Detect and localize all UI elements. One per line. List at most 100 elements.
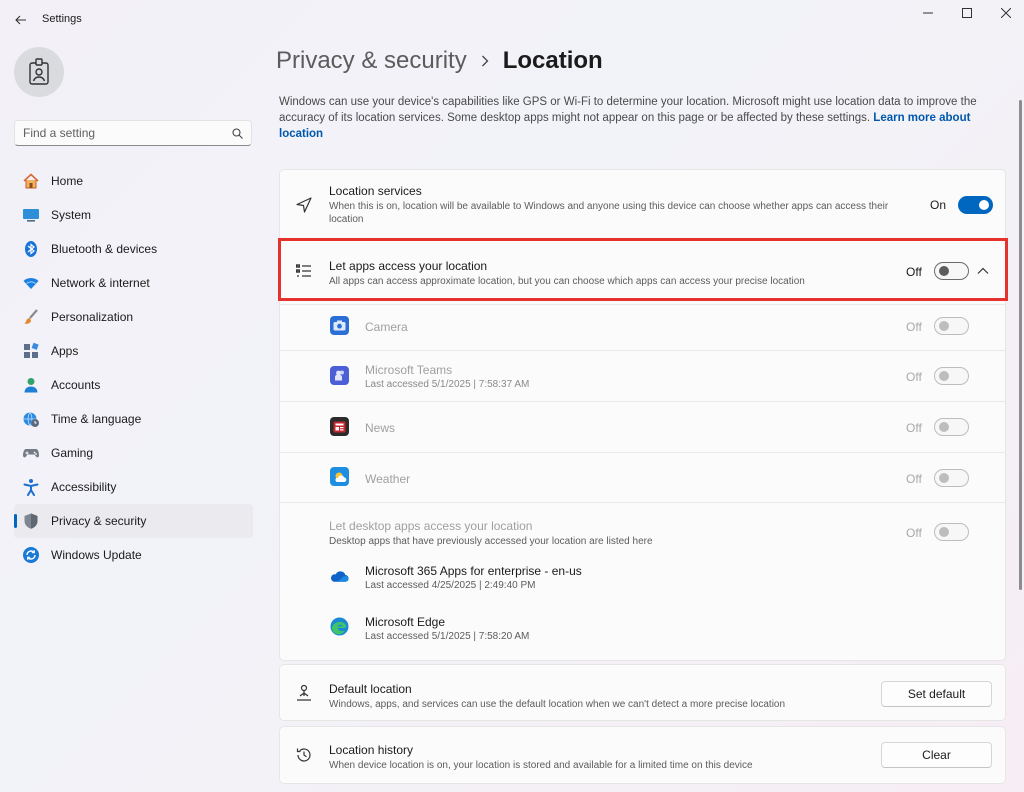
- history-icon: [294, 745, 314, 765]
- news-toggle[interactable]: [934, 418, 969, 436]
- app-row-weather: Weather Off: [280, 453, 1005, 502]
- search-input[interactable]: [23, 126, 232, 140]
- location-services-state: On: [930, 198, 947, 212]
- let-apps-access-toggle[interactable]: [934, 262, 969, 280]
- edge-icon: [330, 617, 349, 636]
- desktop-apps-state: Off: [906, 526, 922, 540]
- location-history-card: Location history When device location is…: [279, 726, 1006, 784]
- app-name: Microsoft Teams: [365, 363, 453, 377]
- breadcrumb: Privacy & security Location: [276, 47, 603, 75]
- news-icon: [330, 417, 349, 436]
- sidebar-item-apps[interactable]: Apps: [14, 334, 253, 368]
- list-settings-icon: [294, 261, 314, 281]
- shield-icon: [22, 512, 40, 530]
- minimize-button[interactable]: [909, 0, 947, 26]
- sidebar-item-label: Home: [51, 174, 84, 188]
- sidebar-item-privacy-security[interactable]: Privacy & security: [14, 504, 253, 538]
- accessibility-icon: [22, 478, 40, 496]
- app-row-camera: Camera Off: [280, 305, 1005, 350]
- brush-icon: [22, 308, 40, 326]
- app-state: Off: [906, 320, 922, 334]
- default-location-desc: Windows, apps, and services can use the …: [329, 699, 786, 710]
- search-icon[interactable]: [232, 127, 243, 139]
- teams-icon: [330, 366, 349, 385]
- scrollbar[interactable]: [1019, 100, 1022, 590]
- sidebar-item-label: Windows Update: [51, 548, 142, 562]
- sidebar-item-windows-update[interactable]: Windows Update: [14, 538, 253, 572]
- monitor-icon: [22, 206, 40, 224]
- gamepad-icon: [22, 444, 40, 462]
- onedrive-cloud-icon: [330, 566, 349, 585]
- location-history-title: Location history: [329, 743, 414, 757]
- page-title: Location: [502, 47, 603, 74]
- close-icon: [1001, 8, 1011, 18]
- sidebar-nav: Home System Bluetooth & devices Network …: [14, 164, 253, 572]
- desktop-app-last-accessed: Last accessed 5/1/2025 | 7:58:20 AM: [365, 631, 530, 642]
- sidebar-item-bluetooth[interactable]: Bluetooth & devices: [14, 232, 253, 266]
- sidebar-item-system[interactable]: System: [14, 198, 253, 232]
- avatar[interactable]: [14, 47, 64, 97]
- location-services-title: Location services: [329, 184, 422, 198]
- sidebar-item-label: Privacy & security: [51, 514, 147, 528]
- sidebar-item-label: Accounts: [51, 378, 101, 392]
- camera-icon: [330, 316, 349, 335]
- app-last-accessed: Last accessed 5/1/2025 | 7:58:37 AM: [365, 379, 530, 390]
- sidebar-item-label: Gaming: [51, 446, 94, 460]
- update-icon: [22, 546, 40, 564]
- wifi-icon: [22, 274, 40, 292]
- minimize-icon: [923, 12, 933, 14]
- sidebar-item-time-language[interactable]: Time & language: [14, 402, 253, 436]
- sidebar-item-label: Time & language: [51, 412, 142, 426]
- app-state: Off: [906, 472, 922, 486]
- set-default-button[interactable]: Set default: [881, 681, 992, 707]
- app-row-teams: Microsoft Teams Last accessed 5/1/2025 |…: [280, 351, 1005, 401]
- let-apps-access-row[interactable]: Let apps access your location All apps c…: [280, 239, 1005, 304]
- sidebar-item-accessibility[interactable]: Accessibility: [14, 470, 253, 504]
- back-button[interactable]: [10, 9, 32, 31]
- sidebar-item-label: Network & internet: [51, 276, 150, 290]
- sidebar-item-label: Personalization: [51, 310, 134, 324]
- search-box[interactable]: [14, 120, 252, 146]
- title-bar: Settings: [0, 0, 1024, 40]
- sidebar-item-home[interactable]: Home: [14, 164, 253, 198]
- person-icon: [22, 376, 40, 394]
- globe-clock-icon: [22, 410, 40, 428]
- breadcrumb-parent[interactable]: Privacy & security: [276, 47, 467, 75]
- location-services-toggle[interactable]: [958, 196, 993, 214]
- sidebar-item-label: Apps: [51, 344, 79, 358]
- weather-toggle[interactable]: [934, 469, 969, 487]
- let-apps-access-title: Let apps access your location: [329, 259, 488, 273]
- location-services-desc: When this is on, location will be availa…: [329, 201, 889, 225]
- intro-description: Windows can use your device's capabiliti…: [279, 96, 977, 124]
- desktop-apps-toggle[interactable]: [934, 523, 969, 541]
- camera-toggle[interactable]: [934, 317, 969, 335]
- chevron-right-icon: [481, 55, 489, 67]
- location-services-row: Location services When this is on, locat…: [280, 170, 1005, 238]
- app-state: Off: [906, 370, 922, 384]
- app-name: News: [365, 421, 396, 435]
- maximize-icon: [962, 8, 972, 18]
- home-icon: [22, 172, 40, 190]
- intro-text: Windows can use your device's capabiliti…: [279, 94, 1008, 142]
- sidebar-item-personalization[interactable]: Personalization: [14, 300, 253, 334]
- location-settings-card: Location services When this is on, locat…: [279, 169, 1006, 661]
- chevron-up-icon[interactable]: [977, 264, 991, 278]
- arrow-left-icon: [15, 15, 26, 25]
- desktop-apps-row: Let desktop apps access your location De…: [280, 503, 1005, 661]
- desktop-apps-title: Let desktop apps access your location: [329, 519, 533, 533]
- teams-toggle[interactable]: [934, 367, 969, 385]
- clear-history-button[interactable]: Clear: [881, 742, 992, 768]
- let-apps-access-desc: All apps can access approximate location…: [329, 276, 805, 287]
- sidebar-item-network[interactable]: Network & internet: [14, 266, 253, 300]
- sidebar-item-accounts[interactable]: Accounts: [14, 368, 253, 402]
- close-button[interactable]: [987, 0, 1024, 26]
- desktop-app-last-accessed: Last accessed 4/25/2025 | 2:49:40 PM: [365, 580, 536, 591]
- default-location-title: Default location: [329, 682, 412, 696]
- sidebar-item-label: Bluetooth & devices: [51, 242, 158, 256]
- maximize-button[interactable]: [948, 0, 986, 26]
- desktop-app-name: Microsoft Edge: [365, 615, 446, 629]
- id-badge-icon: [29, 58, 49, 85]
- sidebar-item-gaming[interactable]: Gaming: [14, 436, 253, 470]
- desktop-apps-desc: Desktop apps that have previously access…: [329, 536, 653, 547]
- bluetooth-icon: [22, 240, 40, 258]
